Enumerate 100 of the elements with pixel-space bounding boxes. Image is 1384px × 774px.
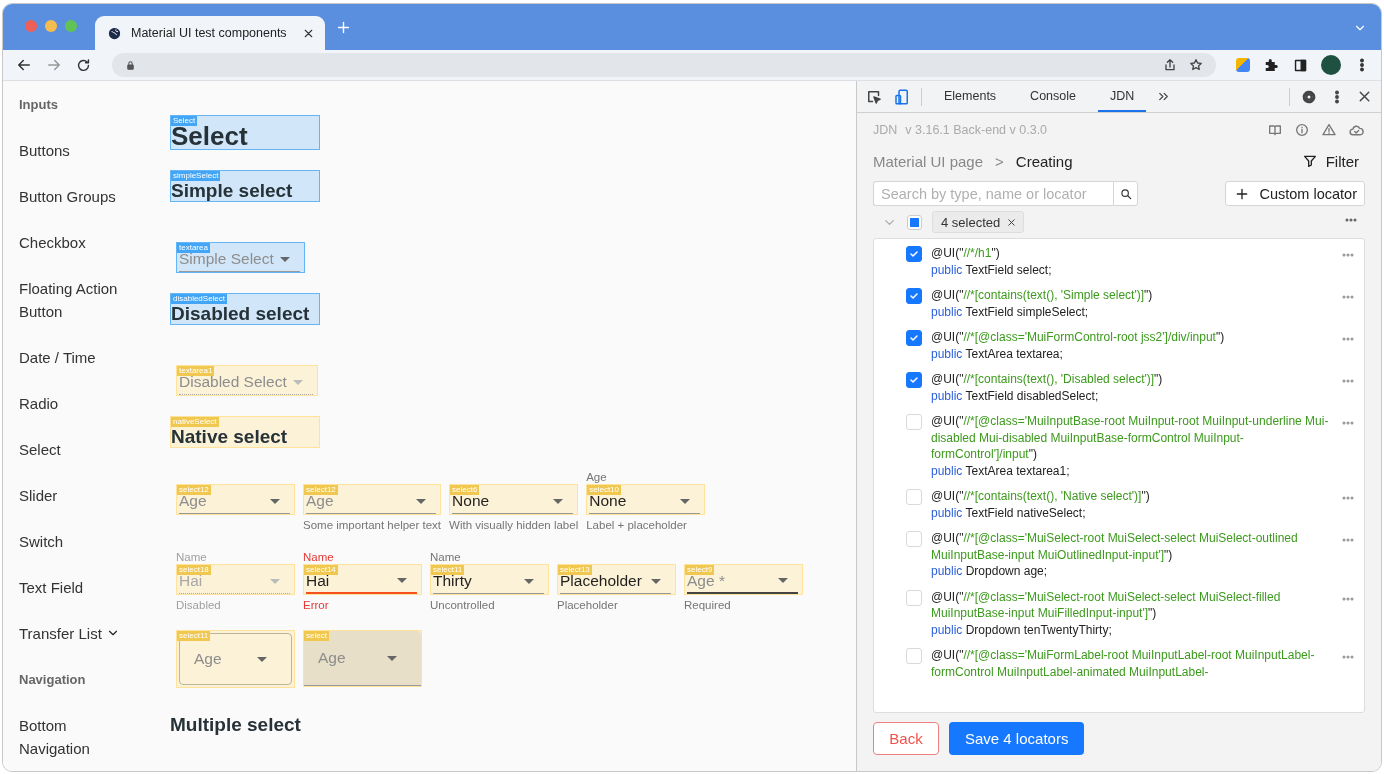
search-field[interactable]: Search by type, name or locator bbox=[873, 181, 1113, 206]
caret-icon bbox=[257, 656, 267, 662]
locator-annotation: @UI("//*/h1") bbox=[931, 245, 1001, 262]
element-tag: select18 bbox=[177, 565, 211, 575]
caret-icon bbox=[279, 256, 290, 262]
share-icon[interactable] bbox=[1162, 57, 1178, 73]
caret-icon bbox=[524, 578, 534, 584]
close-icon[interactable] bbox=[1006, 216, 1018, 228]
check-icon bbox=[908, 290, 920, 302]
breadcrumb-separator: > bbox=[995, 152, 1004, 170]
caret-icon bbox=[292, 379, 303, 385]
helper-text: Label + placeholder bbox=[586, 519, 687, 531]
field-label: Name bbox=[430, 551, 461, 563]
nav-link[interactable]: Buttons bbox=[19, 138, 70, 162]
locator-annotation: @UI("//*[contains(text(), 'Simple select')]") bbox=[931, 287, 1154, 304]
devtools-tab[interactable]: JDN bbox=[1098, 81, 1147, 112]
custom-locator-button[interactable]: Custom locator bbox=[1225, 181, 1365, 206]
locator-annotation: @UI("//*[@class='MuiFormLabel-root MuiInputLabel-root MuiInputLabel-formControl MuiInputLabel-animated MuiInputLabel- bbox=[931, 647, 1316, 680]
nav-link[interactable]: Transfer List bbox=[19, 621, 102, 645]
field-declaration: public TextField nativeSelect; bbox=[931, 504, 1087, 521]
field-declaration: public Dropdown tenTwentyThirty; bbox=[931, 621, 1113, 638]
locator-annotation: @UI("//*[@class='MuiSelect-root MuiSelect-select MuiSelect-filled MuiInputBase-input MuiFilledInput-input']") bbox=[931, 588, 1282, 622]
element-tag: select11 bbox=[431, 565, 465, 575]
search-button[interactable] bbox=[1113, 181, 1138, 206]
nav-link[interactable]: Select bbox=[19, 437, 61, 461]
nav-link[interactable]: Checkbox bbox=[19, 230, 86, 254]
nav-link[interactable]: Radio bbox=[19, 391, 59, 415]
selection-chip: 4 selected bbox=[932, 211, 1025, 233]
checkbox[interactable] bbox=[906, 288, 922, 304]
locator-annotation: @UI("//*[contains(text(), 'Native select')]") bbox=[931, 488, 1151, 505]
field-declaration: public TextField disabledSelect; bbox=[931, 387, 1100, 404]
extension-icon[interactable] bbox=[1236, 58, 1250, 72]
element-tag: select10 bbox=[587, 485, 621, 495]
element-tag: select12 bbox=[177, 485, 211, 495]
element-tag: select bbox=[304, 631, 329, 641]
helper-text: Required bbox=[684, 599, 731, 611]
locator-annotation: @UI("//*[@class='MuiSelect-root MuiSelect-select MuiSelect-outlined MuiInputBase-input MuiOutlinedInput-input']") bbox=[931, 530, 1299, 563]
caret-icon bbox=[680, 498, 691, 504]
helper-text: Uncontrolled bbox=[430, 599, 495, 611]
checkbox[interactable] bbox=[906, 246, 922, 262]
save-button[interactable]: Save 4 locators bbox=[949, 722, 1085, 755]
lock-icon bbox=[124, 58, 137, 72]
nav-link[interactable]: Button Groups bbox=[19, 184, 116, 208]
profile-avatar[interactable] bbox=[1321, 55, 1341, 75]
element-tag: select14 bbox=[304, 565, 338, 575]
caret-icon bbox=[553, 498, 564, 504]
devtools-tab[interactable]: Elements bbox=[932, 81, 1009, 112]
nav-link[interactable]: Slider bbox=[19, 483, 58, 507]
element-tag: select11 bbox=[177, 631, 211, 641]
warning-icon[interactable] bbox=[1321, 121, 1337, 138]
plus-icon[interactable] bbox=[335, 19, 352, 36]
info-icon[interactable] bbox=[1294, 121, 1310, 138]
device-icon[interactable] bbox=[893, 87, 911, 106]
caret-icon bbox=[270, 578, 280, 584]
field-label: Name bbox=[303, 551, 334, 563]
caret-icon bbox=[387, 655, 397, 661]
element-tag: nativeSelect bbox=[171, 417, 219, 427]
reload-icon[interactable] bbox=[75, 56, 92, 74]
nav-link[interactable]: Floating Action Button bbox=[19, 276, 137, 323]
helper-text: Some important helper text bbox=[303, 519, 442, 531]
version-text: v 3.16.1 Back-end v 0.3.0 bbox=[905, 123, 1048, 137]
section-heading: Simple select bbox=[171, 180, 293, 201]
nav-section-heading: Inputs bbox=[19, 96, 58, 112]
caret-icon bbox=[651, 578, 661, 584]
nav-link[interactable]: Date / Time bbox=[19, 345, 96, 369]
section-heading: Multiple select bbox=[170, 714, 301, 735]
element-tag: Select bbox=[171, 116, 198, 126]
element-tag: textarea bbox=[177, 243, 210, 253]
field-declaration: public Dropdown age; bbox=[931, 563, 1049, 580]
helper-text: Disabled bbox=[176, 599, 221, 611]
nav-link[interactable]: Switch bbox=[19, 529, 64, 553]
element-tag: select12 bbox=[304, 485, 338, 495]
checkbox[interactable] bbox=[906, 330, 922, 346]
element-tag: disabledSelect bbox=[171, 294, 228, 304]
field-declaration: public TextArea textarea1; bbox=[931, 462, 1071, 479]
browser-tab[interactable]: Material UI test components bbox=[95, 16, 325, 50]
back-button[interactable]: Back bbox=[873, 722, 939, 755]
nav-section-heading: Navigation bbox=[19, 671, 86, 687]
element-tag: textarea1 bbox=[177, 366, 215, 376]
helper-text: Placeholder bbox=[557, 599, 618, 611]
checkbox[interactable] bbox=[906, 372, 922, 388]
element-tag: select9 bbox=[685, 565, 715, 575]
caret-icon bbox=[416, 498, 427, 504]
section-heading: Disabled select bbox=[171, 303, 310, 324]
locator-annotation: @UI("//*[@class='MuiFormControl-root jss2']/div/input") bbox=[931, 329, 1226, 346]
section-heading: Native select bbox=[171, 426, 288, 447]
nav-link[interactable]: Bottom Navigation bbox=[19, 713, 137, 760]
app-name: JDN bbox=[873, 123, 898, 137]
search-icon bbox=[1118, 186, 1133, 201]
breadcrumb-current: Creating bbox=[1015, 152, 1073, 170]
filter-button[interactable]: Filter bbox=[1301, 152, 1365, 170]
element-tag: select13 bbox=[558, 565, 592, 575]
devtools-tab[interactable]: Console bbox=[1018, 81, 1088, 112]
caret-icon bbox=[397, 578, 407, 583]
select-all-checkbox[interactable] bbox=[907, 214, 922, 230]
star-icon[interactable] bbox=[1188, 57, 1204, 73]
nav-link[interactable]: Text Field bbox=[19, 575, 84, 599]
locator-annotation: @UI("//*[@class='MuiInputBase-root MuiInput-root MuiInput-underline Mui-disabled Mui-disabled MuiInputBase-formControl MuiInput-formControl']/input") bbox=[931, 413, 1330, 463]
globe-icon bbox=[107, 25, 122, 41]
helper-text: Error bbox=[303, 599, 329, 611]
